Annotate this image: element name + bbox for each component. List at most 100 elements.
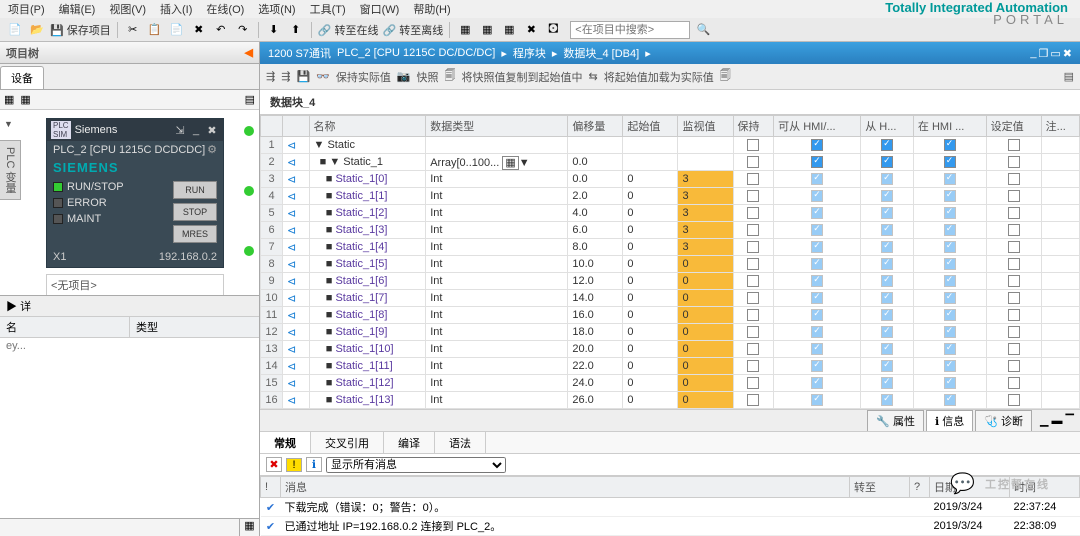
retain-cell[interactable] bbox=[733, 392, 774, 409]
collapse-left-icon[interactable]: ◀ bbox=[245, 46, 253, 59]
retain-cell[interactable] bbox=[733, 171, 774, 188]
breadcrumb-item[interactable]: 数据块_4 [DB4] bbox=[563, 45, 639, 61]
plcsim-min-icon[interactable]: _ bbox=[189, 124, 203, 137]
grid-row[interactable]: 16⊲ ■ Static_1[13]Int26.000 bbox=[261, 392, 1080, 409]
grid-header[interactable]: 起始值 bbox=[623, 116, 678, 137]
hmi-read-cell[interactable] bbox=[774, 307, 861, 324]
info-filter-icon[interactable]: ℹ bbox=[306, 457, 322, 472]
close-editor-icon[interactable]: ✖ bbox=[1063, 47, 1072, 60]
snapshot-button[interactable]: 快照 bbox=[417, 69, 439, 85]
start-cell[interactable]: 0 bbox=[623, 205, 678, 222]
setpoint-cell[interactable] bbox=[986, 358, 1041, 375]
menu-item[interactable]: 项目(P) bbox=[8, 1, 45, 17]
hmi-read-cell[interactable] bbox=[774, 273, 861, 290]
hmi-write-cell[interactable] bbox=[861, 256, 914, 273]
name-cell[interactable]: ■ Static_1[2] bbox=[309, 205, 426, 222]
info-collapse-icon[interactable]: ▁ ▬ ▔ bbox=[1040, 414, 1074, 427]
toolbar-options-icon[interactable]: ▤ bbox=[1064, 70, 1074, 83]
name-cell[interactable]: ■ ▼ Static_1 bbox=[309, 154, 426, 171]
upload-icon[interactable]: ⬆ bbox=[287, 21, 305, 39]
hmi-vis-cell[interactable] bbox=[913, 375, 986, 392]
grid-row[interactable]: 3⊲ ■ Static_1[0]Int0.003 bbox=[261, 171, 1080, 188]
help-icon[interactable]: 🖸 bbox=[544, 21, 562, 39]
tree-btn1-icon[interactable]: ▦ bbox=[4, 93, 14, 106]
retain-cell[interactable] bbox=[733, 154, 774, 171]
comment-cell[interactable] bbox=[1041, 171, 1079, 188]
delete-icon[interactable]: ✖ bbox=[190, 21, 208, 39]
sub-tab[interactable]: 常规 bbox=[260, 432, 311, 453]
error-filter-icon[interactable]: ✖ bbox=[266, 457, 282, 472]
grid-header[interactable]: 注... bbox=[1041, 116, 1079, 137]
keep-actual-button[interactable]: 保持实际值 bbox=[336, 69, 391, 85]
menu-item[interactable]: 编辑(E) bbox=[59, 1, 96, 17]
hmi-read-cell[interactable] bbox=[774, 256, 861, 273]
start-cell[interactable]: 0 bbox=[623, 341, 678, 358]
start-cell[interactable]: 0 bbox=[623, 222, 678, 239]
grid-row[interactable]: 6⊲ ■ Static_1[3]Int6.003 bbox=[261, 222, 1080, 239]
grid-row[interactable]: 4⊲ ■ Static_1[1]Int2.003 bbox=[261, 188, 1080, 205]
name-cell[interactable]: ■ Static_1[13] bbox=[309, 392, 426, 409]
plcsim-run-button[interactable]: RUN bbox=[173, 181, 217, 199]
menu-item[interactable]: 选项(N) bbox=[258, 1, 295, 17]
message-row[interactable]: ✔下载完成（错误：0；警告：0）。2019/3/2422:37:24 bbox=[261, 498, 1080, 517]
type-cell[interactable]: Int bbox=[426, 375, 568, 392]
name-cell[interactable]: ■ Static_1[1] bbox=[309, 188, 426, 205]
sub-tab[interactable]: 语法 bbox=[435, 432, 486, 453]
hmi-read-cell[interactable] bbox=[774, 290, 861, 307]
hmi-write-cell[interactable] bbox=[861, 273, 914, 290]
name-cell[interactable]: ■ Static_1[6] bbox=[309, 273, 426, 290]
menu-item[interactable]: 窗口(W) bbox=[360, 1, 400, 17]
open-project-icon[interactable]: 📂 bbox=[28, 21, 46, 39]
plcsim-pin-icon[interactable]: ⇲ bbox=[173, 124, 187, 137]
sub-tab[interactable]: 交叉引用 bbox=[311, 432, 384, 453]
start-cell[interactable]: 0 bbox=[623, 307, 678, 324]
name-cell[interactable]: ■ Static_1[4] bbox=[309, 239, 426, 256]
setpoint-cell[interactable] bbox=[986, 341, 1041, 358]
type-cell[interactable]: Int bbox=[426, 171, 568, 188]
start-cell[interactable] bbox=[623, 154, 678, 171]
hmi-read-cell[interactable] bbox=[774, 392, 861, 409]
grid-row[interactable]: 7⊲ ■ Static_1[4]Int8.003 bbox=[261, 239, 1080, 256]
hmi-write-cell[interactable] bbox=[861, 239, 914, 256]
menu-item[interactable]: 在线(O) bbox=[206, 1, 244, 17]
save-project-button[interactable]: 💾 保存项目 bbox=[50, 22, 111, 38]
retain-cell[interactable] bbox=[733, 256, 774, 273]
type-cell[interactable]: Int bbox=[426, 188, 568, 205]
search-icon[interactable]: 🔍 bbox=[694, 21, 712, 39]
project-search-input[interactable] bbox=[570, 21, 690, 39]
hmi-vis-cell[interactable] bbox=[913, 358, 986, 375]
type-cell[interactable]: Int bbox=[426, 290, 568, 307]
grid-row[interactable]: 10⊲ ■ Static_1[7]Int14.000 bbox=[261, 290, 1080, 307]
type-cell[interactable]: Int bbox=[426, 222, 568, 239]
hmi-vis-cell[interactable] bbox=[913, 324, 986, 341]
data-block-grid[interactable]: 名称数据类型偏移量起始值监视值保持可从 HMI/...从 H...在 HMI .… bbox=[260, 114, 1080, 409]
setpoint-cell[interactable] bbox=[986, 256, 1041, 273]
start-cell[interactable]: 0 bbox=[623, 324, 678, 341]
tree-view-icon[interactable]: ▤ bbox=[245, 93, 255, 106]
hmi-vis-cell[interactable] bbox=[913, 256, 986, 273]
eb-icon[interactable]: 👓 bbox=[316, 70, 330, 83]
go-offline-button[interactable]: 🔗 转至离线 bbox=[383, 22, 444, 38]
grid-row[interactable]: 9⊲ ■ Static_1[6]Int12.000 bbox=[261, 273, 1080, 290]
grid-row[interactable]: 5⊲ ■ Static_1[2]Int4.003 bbox=[261, 205, 1080, 222]
start-cell[interactable]: 0 bbox=[623, 239, 678, 256]
name-cell[interactable]: ■ Static_1[8] bbox=[309, 307, 426, 324]
type-cell[interactable]: Int bbox=[426, 273, 568, 290]
comment-cell[interactable] bbox=[1041, 273, 1079, 290]
retain-cell[interactable] bbox=[733, 188, 774, 205]
type-cell[interactable]: Int bbox=[426, 341, 568, 358]
grid-header[interactable]: 数据类型 bbox=[426, 116, 568, 137]
retain-cell[interactable] bbox=[733, 324, 774, 341]
type-cell[interactable]: Int bbox=[426, 392, 568, 409]
eb-end-icon[interactable]: 🗐 bbox=[720, 67, 731, 86]
eb-icon[interactable]: ⇶ bbox=[266, 70, 275, 83]
info-tab[interactable]: 🔧 属性 bbox=[867, 410, 924, 432]
hmi-read-cell[interactable] bbox=[774, 375, 861, 392]
grid-header[interactable]: 监视值 bbox=[678, 116, 733, 137]
retain-cell[interactable] bbox=[733, 341, 774, 358]
hmi-read-cell[interactable] bbox=[774, 137, 861, 154]
sub-tab[interactable]: 编译 bbox=[384, 432, 435, 453]
message-row[interactable]: ✔已通过地址 IP=192.168.0.2 连接到 PLC_2。2019/3/2… bbox=[261, 517, 1080, 536]
setpoint-cell[interactable] bbox=[986, 205, 1041, 222]
setpoint-cell[interactable] bbox=[986, 239, 1041, 256]
